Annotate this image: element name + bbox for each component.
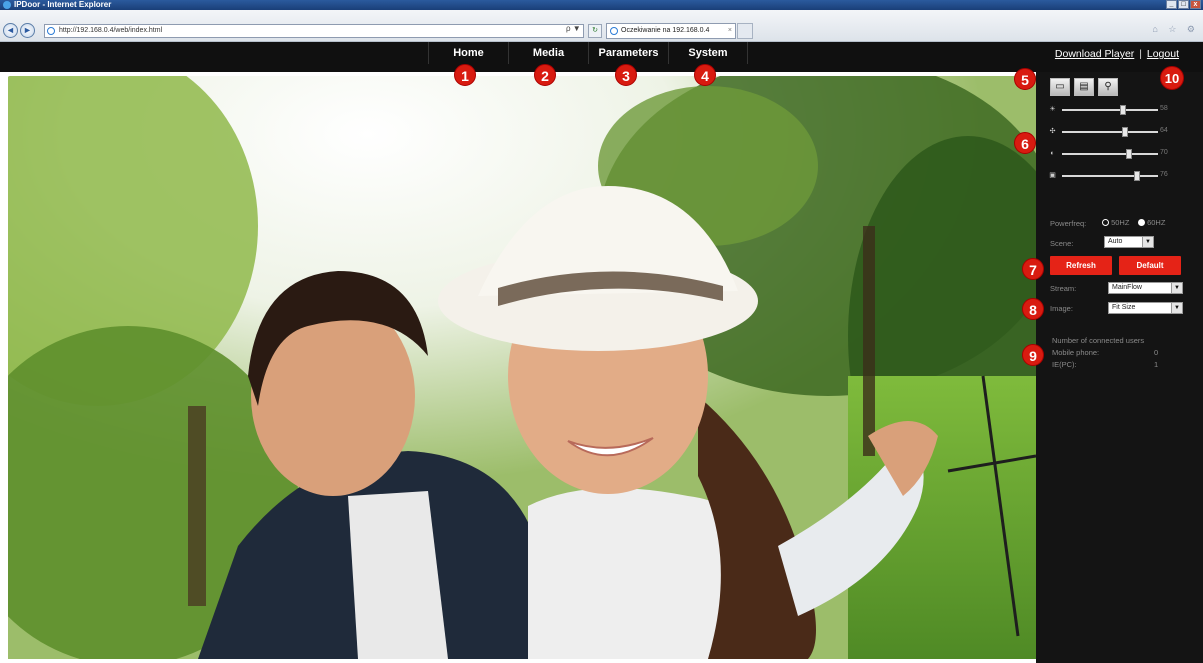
scene-value: Auto (1108, 238, 1123, 245)
camera-image (8, 76, 1036, 659)
mobile-phone-count: 0 (1154, 348, 1159, 357)
contrast-icon: ✣ (1049, 128, 1056, 135)
window-title: IPDoor - Internet Explorer (14, 0, 112, 9)
powerfreq-50-option[interactable]: 50HZ (1102, 218, 1129, 227)
chevron-down-icon: ▼ (1171, 283, 1182, 293)
radio-50hz-label: 50HZ (1111, 218, 1130, 227)
hue-value: 76 (1160, 171, 1168, 178)
refresh-button[interactable]: Refresh (1050, 256, 1112, 275)
brightness-icon: ☀ (1049, 106, 1056, 113)
slider-track[interactable] (1062, 171, 1158, 181)
browser-tools-icons[interactable]: ⌂ ☆ ⚙ (1152, 24, 1199, 35)
ie-logo-icon (3, 1, 11, 9)
page-icon (47, 27, 55, 35)
snapshot-button[interactable]: ▭ (1050, 78, 1070, 96)
callout-1: 1 (454, 64, 476, 86)
callout-9: 9 (1022, 344, 1044, 366)
maximize-button[interactable]: □ (1178, 0, 1189, 9)
chevron-down-icon: ▼ (1171, 303, 1182, 313)
slider-track[interactable] (1062, 105, 1158, 115)
control-panel: ▭ ▤ ⚲ ☀ 58 ✣ 64 ◐ 70 ▣ 76 Powerfreq: 50H… (1036, 72, 1203, 663)
record-button[interactable]: ▤ (1074, 78, 1094, 96)
brightness-value: 58 (1160, 105, 1168, 112)
new-tab-button[interactable] (737, 23, 753, 39)
powerfreq-60-option[interactable]: 60HZ (1138, 218, 1165, 227)
slider-handle[interactable] (1122, 127, 1128, 137)
nav-home[interactable]: Home (428, 42, 508, 64)
browser-toolbar: ◄ ► http://192.168.0.4/web/index.html ρ … (0, 10, 1203, 42)
download-player-link[interactable]: Download Player (1055, 48, 1134, 60)
hue-icon: ▣ (1049, 172, 1056, 179)
slider-handle[interactable] (1134, 171, 1140, 181)
back-button[interactable]: ◄ (3, 23, 18, 38)
forward-button[interactable]: ► (20, 23, 35, 38)
slider-handle[interactable] (1126, 149, 1132, 159)
refresh-icon[interactable]: ↻ (588, 24, 602, 38)
slider-handle[interactable] (1120, 105, 1126, 115)
radio-50hz[interactable] (1102, 219, 1109, 226)
tab-title: Oczekiwanie na 192.168.0.4 (621, 27, 710, 34)
url-text: http://192.168.0.4/web/index.html (59, 27, 163, 34)
window-titlebar: IPDoor - Internet Explorer _ □ x (0, 0, 1203, 10)
pc-count: 1 (1154, 360, 1159, 369)
connected-users-title: Number of connected users (1052, 336, 1145, 345)
callout-4: 4 (694, 64, 716, 86)
callout-7: 7 (1022, 258, 1044, 280)
powerfreq-label: Powerfreq: (1050, 219, 1087, 228)
tab-page-icon (610, 27, 618, 35)
callout-3: 3 (615, 64, 637, 86)
stream-label: Stream: (1050, 284, 1077, 293)
header-links: Download Player | Logout (1055, 48, 1179, 60)
saturation-slider[interactable]: ◐ 70 (1048, 149, 1188, 159)
window-controls: _ □ x (1166, 0, 1201, 10)
slider-track[interactable] (1062, 149, 1158, 159)
address-input[interactable]: http://192.168.0.4/web/index.html (44, 24, 584, 38)
video-feed[interactable] (8, 76, 1036, 659)
brightness-slider[interactable]: ☀ 58 (1048, 105, 1188, 115)
saturation-icon: ◐ (1050, 150, 1055, 157)
scene-label: Scene: (1050, 239, 1074, 248)
stream-select[interactable]: MainFlow ▼ (1108, 282, 1183, 294)
logout-link[interactable]: Logout (1147, 48, 1179, 60)
close-window-button[interactable]: x (1190, 0, 1201, 9)
radio-60hz[interactable] (1138, 219, 1145, 226)
saturation-value: 70 (1160, 149, 1168, 156)
tab-active[interactable]: Oczekiwanie na 192.168.0.4 × (606, 23, 736, 39)
chevron-down-icon: ▼ (1142, 237, 1153, 247)
callout-6: 6 (1014, 132, 1036, 154)
nav-parameters[interactable]: Parameters (588, 42, 668, 64)
nav-media[interactable]: Media (508, 42, 588, 64)
stream-value: MainFlow (1112, 284, 1142, 291)
slider-track[interactable] (1062, 127, 1158, 137)
close-tab-icon[interactable]: × (728, 24, 732, 38)
link-separator: | (1139, 48, 1142, 60)
image-label: Image: (1050, 304, 1073, 313)
callout-5: 5 (1014, 68, 1036, 90)
contrast-slider[interactable]: ✣ 64 (1048, 127, 1188, 137)
contrast-value: 64 (1160, 127, 1168, 134)
search-icon[interactable]: ρ ▼ (566, 24, 581, 33)
pc-label: IE(PC): (1052, 360, 1077, 369)
callout-2: 2 (534, 64, 556, 86)
default-button[interactable]: Default (1119, 256, 1181, 275)
hue-slider[interactable]: ▣ 76 (1048, 171, 1188, 181)
radio-60hz-label: 60HZ (1147, 218, 1166, 227)
nav-system[interactable]: System (668, 42, 748, 64)
image-select[interactable]: Fit Size ▼ (1108, 302, 1183, 314)
zoom-button[interactable]: ⚲ (1098, 78, 1118, 96)
callout-10: 10 (1160, 66, 1184, 90)
mobile-phone-label: Mobile phone: (1052, 348, 1100, 357)
scene-select[interactable]: Auto ▼ (1104, 236, 1154, 248)
callout-8: 8 (1022, 298, 1044, 320)
image-value: Fit Size (1112, 304, 1136, 311)
minimize-button[interactable]: _ (1166, 0, 1177, 9)
